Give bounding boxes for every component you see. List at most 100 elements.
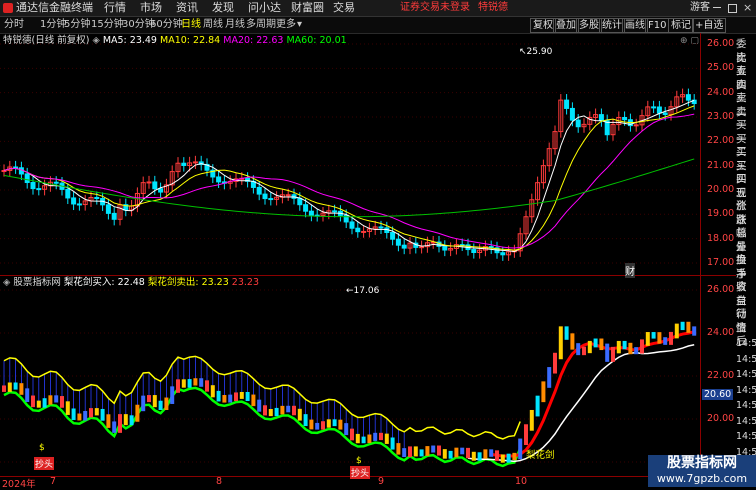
indicator-candle: [89, 408, 93, 418]
candle-body: [598, 114, 604, 122]
indicator-candle: [187, 379, 192, 388]
indicator-candle: [408, 446, 412, 458]
indicator-candle: [350, 428, 354, 441]
indicator-candle: [396, 443, 401, 455]
candle-body: [268, 198, 274, 201]
indicator-candle: [669, 331, 673, 345]
y-tick-indicator: 22.00: [707, 370, 735, 381]
sell-label: 梨花剑卖出: 23.23: [147, 277, 229, 288]
buy-line: [490, 330, 695, 458]
indicator-candle: [251, 394, 256, 407]
candle-body: [71, 197, 77, 205]
candle-body: [332, 210, 338, 213]
marker-chaotou-2: 抄头: [350, 466, 371, 479]
indicator-candle: [210, 385, 215, 398]
indicator-candle: [344, 423, 349, 436]
indicator-candle: [541, 381, 546, 403]
indicator-candle: [529, 409, 534, 431]
marker-chaotou-1: 抄头: [34, 457, 55, 470]
cai-label[interactable]: 财: [625, 263, 635, 278]
candlestick-chart: [0, 33, 736, 487]
indicator-candle: [355, 433, 360, 444]
indicator-candle: [512, 452, 517, 461]
indicator-candle: [123, 414, 128, 426]
y-tick-main: 17.00: [707, 256, 735, 268]
indicator-candle: [280, 405, 285, 415]
indicator-candle: [437, 445, 441, 456]
side-time: 14:50: [736, 415, 756, 427]
lower-band-line: [3, 386, 522, 468]
candle-body: [685, 94, 691, 101]
indicator-candle: [576, 343, 581, 356]
indicator-candle: [170, 386, 175, 404]
marker-dollar-2: $: [356, 456, 362, 466]
candle-body: [36, 188, 42, 191]
indicator-candle: [60, 396, 64, 408]
candle-body: [192, 161, 198, 164]
indicator-candle: [268, 409, 273, 417]
indicator-candle: [483, 449, 488, 459]
indicator-candle: [286, 405, 291, 413]
indicator-candle: [274, 407, 279, 417]
indicator-candle: [425, 446, 430, 456]
indicator-candle: [309, 419, 314, 430]
indicator-candle: [205, 380, 209, 392]
ma10-line: [3, 105, 695, 251]
y-tick-main: 19.00: [707, 208, 735, 220]
indicator-candle: [518, 438, 523, 460]
indicator-candle: [448, 450, 453, 459]
indicator-info-line: ◈ 股票指标网 梨花剑买入: 22.48 梨花剑卖出: 23.23 23.23: [3, 277, 259, 289]
candle-body: [349, 221, 355, 229]
indicator-candle: [152, 395, 157, 408]
indicator-candle: [442, 449, 447, 459]
candle-body: [355, 227, 361, 233]
grid-lines: [0, 43, 700, 463]
candle-body: [419, 246, 425, 249]
x-tick-sep: 9: [378, 476, 385, 487]
indicator-candle: [19, 383, 24, 395]
indicator-candle: [141, 395, 146, 412]
indicator-candle: [315, 422, 320, 430]
candle-body: [378, 226, 384, 229]
indicator-candle: [13, 382, 18, 390]
indicator-candle: [234, 392, 238, 402]
candle-body: [569, 107, 575, 121]
close-icon[interactable]: ×: [743, 1, 752, 15]
indicator-candle: [564, 326, 569, 340]
candle-body: [564, 99, 570, 109]
indicator-candle: [506, 453, 511, 463]
candle-body: [111, 212, 117, 220]
indicator-candle: [402, 448, 407, 458]
candle-body: [622, 116, 628, 121]
indicator-candle: [321, 421, 325, 430]
ma20-line: [3, 113, 695, 249]
indicator-candle: [83, 410, 88, 421]
indicator-candle: [535, 395, 540, 417]
high-label: ↖25.90: [519, 47, 553, 57]
indicator-candle: [582, 346, 586, 356]
candle-body: [30, 182, 36, 190]
indicator-candle: [36, 400, 41, 408]
indicator-candle: [628, 342, 633, 355]
indicator-candle: [332, 419, 337, 427]
low-label: ←17.06: [346, 286, 380, 296]
indicator-line-label: 梨花剑: [526, 450, 555, 461]
indicator-candle: [692, 326, 697, 336]
indicator-candle: [663, 337, 668, 345]
side-time: 14:50: [736, 369, 756, 380]
indicator-candle: [118, 414, 122, 433]
candle-body: [216, 176, 222, 183]
candle-body: [662, 112, 668, 115]
candle-body: [297, 197, 303, 206]
indicator-candle: [495, 450, 499, 461]
indicator-candle: [135, 404, 140, 422]
indicator-candle: [611, 346, 615, 362]
candle-body: [303, 204, 309, 212]
indicator-candle: [239, 391, 244, 399]
candle-body: [76, 203, 82, 206]
indicator-candle: [292, 405, 296, 416]
indicator-candle: [65, 401, 70, 415]
indicator-candle: [297, 408, 302, 421]
indicator-candle: [622, 340, 627, 350]
indicator-candle: [257, 399, 262, 412]
